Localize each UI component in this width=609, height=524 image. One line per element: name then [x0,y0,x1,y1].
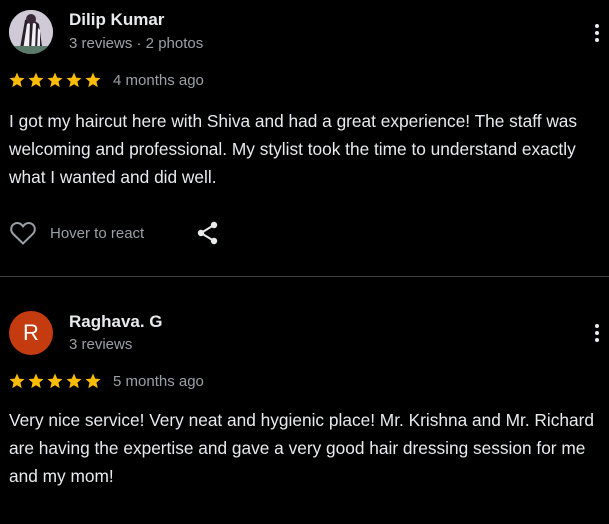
star-rating [8,71,102,89]
rating-row: 5 months ago [8,371,204,391]
star-rating [8,372,102,390]
reviewer-name[interactable]: Raghava. G [69,312,163,332]
react-label: Hover to react [50,224,145,242]
review-time: 4 months ago [113,71,204,89]
review-card: Dilip Kumar 3 reviews · 2 photos 4 month… [0,0,609,276]
star-icon [28,72,44,88]
star-icon [47,373,63,389]
star-icon [85,72,101,88]
more-vert-icon [595,324,599,328]
star-icon [47,72,63,88]
review-text: Very nice service! Very neat and hygieni… [9,410,594,486]
star-icon [28,373,44,389]
star-icon [9,373,25,389]
rating-row: 4 months ago [8,70,204,90]
avatar[interactable]: R [9,311,53,355]
more-options-button[interactable] [586,20,608,46]
reviewer-meta: 3 reviews [69,336,133,353]
star-icon [85,373,101,389]
star-icon [66,373,82,389]
heart-outline-icon [10,222,36,245]
review-text: I got my haircut here with Shiva and had… [9,111,578,187]
avatar-photo-icon [9,10,53,54]
review-time: 5 months ago [113,372,204,390]
reviewer-meta: 3 reviews · 2 photos [69,35,204,52]
review-actions: Hover to react [9,218,239,248]
share-button[interactable] [196,220,220,246]
more-vert-icon [595,24,599,28]
react-button[interactable]: Hover to react [9,220,144,246]
review-card: R Raghava. G 3 reviews 5 months ago Very… [0,277,609,524]
avatar[interactable] [9,10,53,54]
star-icon [9,72,25,88]
avatar-letter: R [23,320,39,345]
share-icon [197,221,218,245]
more-options-button[interactable] [586,320,608,346]
star-icon [66,72,82,88]
reviewer-name[interactable]: Dilip Kumar [69,10,164,30]
